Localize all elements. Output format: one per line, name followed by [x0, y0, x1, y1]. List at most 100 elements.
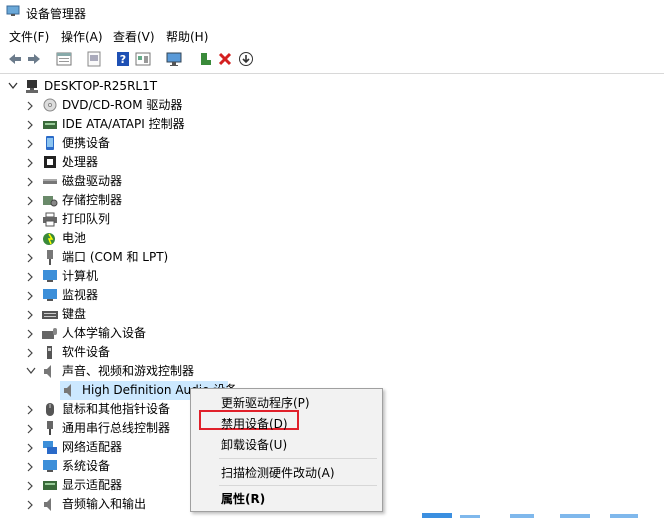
- tree-item-label: 监视器: [62, 288, 99, 302]
- tree-item-label: 音频输入和输出: [62, 497, 147, 511]
- tree-item-keyboard[interactable]: 键盘: [0, 305, 300, 324]
- chevron-right-icon[interactable]: [26, 495, 36, 514]
- tree-item-computer[interactable]: 计算机: [0, 267, 300, 286]
- chevron-right-icon[interactable]: [26, 305, 36, 324]
- tree-item-label: 通用串行总线控制器: [62, 421, 171, 435]
- tree-item-sound[interactable]: 声音、视频和游戏控制器: [0, 362, 300, 381]
- dvd-drive-icon: [42, 98, 58, 113]
- chevron-right-icon[interactable]: [26, 134, 36, 153]
- tree-item-label: 声音、视频和游戏控制器: [62, 364, 195, 378]
- chevron-right-icon[interactable]: [26, 210, 36, 229]
- svg-text:?: ?: [120, 53, 126, 66]
- display-adapter-icon: [42, 478, 58, 493]
- storage-controller-icon: [42, 193, 58, 208]
- menu-separator: [219, 458, 377, 459]
- software-device-icon: [42, 345, 58, 360]
- tree-item-ide[interactable]: IDE ATA/ATAPI 控制器: [0, 115, 300, 134]
- chevron-right-icon[interactable]: [26, 286, 36, 305]
- menu-help[interactable]: 帮助(H): [166, 28, 208, 45]
- tree-item-label: 人体学输入设备: [62, 326, 147, 340]
- menu-item-disable-device[interactable]: 禁用设备(D): [221, 415, 288, 432]
- battery-icon: [42, 231, 58, 246]
- chevron-right-icon[interactable]: [26, 457, 36, 476]
- chevron-right-icon[interactable]: [26, 96, 36, 115]
- printer-icon: [42, 212, 58, 227]
- tree-item-print-queue[interactable]: 打印队列: [0, 210, 300, 229]
- menu-item-update-driver[interactable]: 更新驱动程序(P): [221, 394, 310, 411]
- chevron-down-icon[interactable]: [8, 77, 18, 96]
- download-icon[interactable]: [238, 51, 254, 67]
- tree-item-label: 软件设备: [62, 345, 111, 359]
- mouse-icon: [42, 402, 58, 417]
- speaker-icon: [62, 383, 78, 398]
- tree-item-portable[interactable]: 便携设备: [0, 134, 300, 153]
- tree-item-label: 存储控制器: [62, 193, 123, 207]
- update-driver-icon[interactable]: [86, 51, 102, 67]
- menu-file[interactable]: 文件(F): [9, 28, 49, 45]
- tree-item-label: 网络适配器: [62, 440, 123, 454]
- tree-item-label: 便携设备: [62, 136, 111, 150]
- context-menu: 更新驱动程序(P) 禁用设备(D) 卸载设备(U) 扫描检测硬件改动(A) 属性…: [190, 388, 383, 512]
- menu-item-uninstall-device[interactable]: 卸载设备(U): [221, 436, 287, 453]
- chevron-right-icon[interactable]: [26, 229, 36, 248]
- speaker-icon: [42, 364, 58, 379]
- system-device-icon: [42, 459, 58, 474]
- chevron-down-icon[interactable]: [26, 362, 36, 381]
- menu-bar: 文件(F) 操作(A) 查看(V) 帮助(H): [0, 26, 664, 46]
- menu-item-properties[interactable]: 属性(R): [221, 490, 265, 507]
- chevron-right-icon[interactable]: [26, 172, 36, 191]
- tree-item-label: 计算机: [62, 269, 99, 283]
- watermark-strip: [420, 507, 664, 518]
- monitor-icon: [42, 288, 58, 303]
- add-driver-icon[interactable]: [197, 51, 213, 67]
- tree-item-label: IDE ATA/ATAPI 控制器: [62, 117, 185, 131]
- tree-item-label: 鼠标和其他指针设备: [62, 402, 171, 416]
- back-arrow-icon[interactable]: [7, 51, 23, 67]
- tree-item-dvd[interactable]: DVD/CD-ROM 驱动器: [0, 96, 300, 115]
- port-icon: [42, 250, 58, 265]
- forward-arrow-icon[interactable]: [26, 51, 42, 67]
- properties-icon[interactable]: [56, 51, 72, 67]
- chevron-right-icon[interactable]: [26, 248, 36, 267]
- disk-drive-icon: [42, 174, 58, 189]
- chevron-right-icon[interactable]: [26, 324, 36, 343]
- tree-item-label: 电池: [62, 231, 87, 245]
- tree-item-label: 系统设备: [62, 459, 111, 473]
- processor-icon: [42, 155, 58, 170]
- menu-separator: [219, 485, 377, 486]
- network-adapter-icon: [42, 440, 58, 455]
- menu-action[interactable]: 操作(A): [61, 28, 103, 45]
- tree-item-storage[interactable]: 存储控制器: [0, 191, 300, 210]
- tree-item-processor[interactable]: 处理器: [0, 153, 300, 172]
- chevron-right-icon[interactable]: [26, 419, 36, 438]
- chevron-right-icon[interactable]: [26, 191, 36, 210]
- portable-device-icon: [42, 136, 58, 151]
- tree-item-disk[interactable]: 磁盘驱动器: [0, 172, 300, 191]
- help-icon[interactable]: ?: [115, 51, 131, 67]
- menu-view[interactable]: 查看(V): [113, 28, 155, 45]
- chevron-right-icon[interactable]: [26, 438, 36, 457]
- tree-root-label: DESKTOP-R25RL1T: [44, 79, 158, 93]
- tree-item-label: 显示适配器: [62, 478, 123, 492]
- hid-icon: [42, 326, 58, 341]
- tree-item-label: DVD/CD-ROM 驱动器: [62, 98, 183, 112]
- window-title: 设备管理器: [26, 7, 87, 21]
- chevron-right-icon[interactable]: [26, 267, 36, 286]
- tree-item-monitor[interactable]: 监视器: [0, 286, 300, 305]
- tree-item-ports[interactable]: 端口 (COM 和 LPT): [0, 248, 300, 267]
- chevron-right-icon[interactable]: [26, 476, 36, 495]
- view-icon[interactable]: [135, 51, 151, 67]
- chevron-right-icon[interactable]: [26, 153, 36, 172]
- menu-item-scan-hardware[interactable]: 扫描检测硬件改动(A): [221, 464, 335, 481]
- tree-root[interactable]: DESKTOP-R25RL1T: [0, 77, 300, 96]
- tree-item-software[interactable]: 软件设备: [0, 343, 300, 362]
- chevron-right-icon[interactable]: [26, 400, 36, 419]
- tree-item-battery[interactable]: 电池: [0, 229, 300, 248]
- uninstall-x-icon[interactable]: [217, 51, 233, 67]
- chevron-right-icon[interactable]: [26, 343, 36, 362]
- monitor-icon[interactable]: [166, 51, 182, 67]
- speaker-icon: [42, 497, 58, 512]
- tree-item-label: 端口 (COM 和 LPT): [62, 250, 169, 264]
- chevron-right-icon[interactable]: [26, 115, 36, 134]
- tree-item-hid[interactable]: 人体学输入设备: [0, 324, 300, 343]
